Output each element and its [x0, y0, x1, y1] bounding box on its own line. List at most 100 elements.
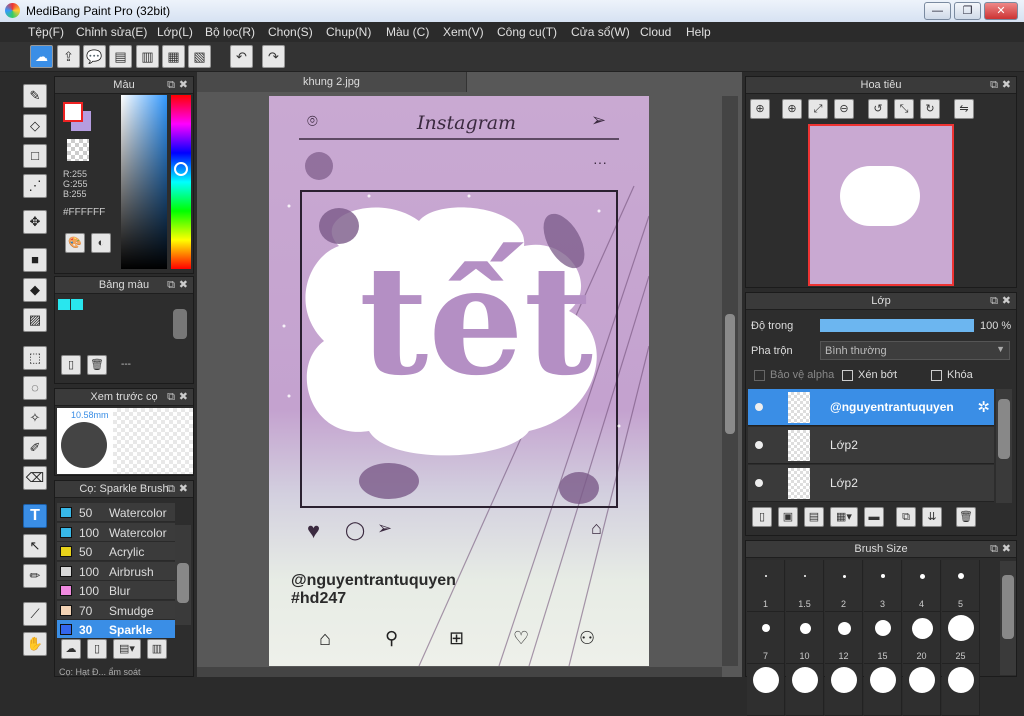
flip-icon[interactable]: ⇋: [954, 99, 974, 119]
hue-slider[interactable]: [171, 95, 191, 269]
popout-icon[interactable]: ⧉: [990, 541, 998, 558]
bucket-tool-icon[interactable]: ◆: [23, 278, 47, 302]
popout-icon[interactable]: ⧉: [167, 389, 175, 406]
new-8bit-layer-icon[interactable]: ▤: [804, 507, 824, 527]
zoom-fit-icon[interactable]: ⊕: [750, 99, 770, 119]
layer-scrollbar[interactable]: [996, 389, 1012, 503]
magic-wand-tool-icon[interactable]: ✧: [23, 406, 47, 430]
visibility-eye-icon[interactable]: [755, 441, 763, 449]
lock-checkbox[interactable]: [931, 370, 942, 381]
undo-icon[interactable]: ↶: [230, 45, 253, 68]
brush-size-preset[interactable]: [942, 664, 980, 716]
hue-handle[interactable]: [174, 162, 188, 176]
redo-icon[interactable]: ↷: [262, 45, 285, 68]
brush-size-preset[interactable]: [864, 664, 902, 716]
layer-settings-gear-icon[interactable]: ✲: [977, 398, 990, 416]
clipping-checkbox[interactable]: [842, 370, 853, 381]
new-halftone-layer-icon[interactable]: ▣: [778, 507, 798, 527]
divide-tool-icon[interactable]: ✏: [23, 564, 47, 588]
menu-filter[interactable]: Bộ lọc(R): [205, 25, 255, 39]
color-settings-icon[interactable]: ◐: [91, 233, 111, 253]
palette-swatch[interactable]: [58, 299, 70, 310]
brush-item[interactable]: 100 Airbrush: [57, 561, 175, 581]
rectangle-tool-icon[interactable]: □: [23, 144, 47, 168]
brush-list-scrollbar[interactable]: [175, 525, 191, 625]
opacity-slider[interactable]: [820, 319, 974, 332]
palette-swatch[interactable]: [71, 299, 83, 310]
brush-size-preset[interactable]: [786, 664, 824, 716]
menu-select[interactable]: Chọn(S): [268, 25, 313, 39]
popout-icon[interactable]: ⧉: [990, 77, 998, 94]
delete-palette-icon[interactable]: 🗑: [87, 355, 107, 375]
brush-size-preset[interactable]: 25: [942, 612, 980, 664]
brush-item[interactable]: 30 Sparkle: [57, 620, 175, 639]
eraser-tool-icon[interactable]: ◇: [23, 114, 47, 138]
popout-icon[interactable]: ⧉: [167, 481, 175, 498]
navigator-thumbnail[interactable]: [808, 124, 954, 286]
brush-settings-icon[interactable]: ▥: [147, 639, 167, 659]
text-tool-icon[interactable]: T: [23, 504, 47, 528]
brush-size-scrollbar[interactable]: [1000, 561, 1016, 675]
menu-snap[interactable]: Chụp(N): [326, 25, 371, 39]
menu-help[interactable]: Help: [686, 25, 711, 39]
palette-icon[interactable]: 🎨: [65, 233, 85, 253]
popout-icon[interactable]: ⧉: [167, 77, 175, 94]
brush-size-preset[interactable]: 5: [942, 560, 980, 612]
brush-tool-icon[interactable]: ✎: [23, 84, 47, 108]
brush-size-preset[interactable]: 2: [825, 560, 863, 612]
brush-size-preset[interactable]: [825, 664, 863, 716]
close-icon[interactable]: ✖: [1002, 293, 1011, 310]
operation-tool-icon[interactable]: ↖: [23, 534, 47, 558]
menu-color[interactable]: Màu (C): [386, 25, 429, 39]
new-palette-icon[interactable]: ▯: [61, 355, 81, 375]
brush-size-preset[interactable]: 7: [747, 612, 785, 664]
close-button[interactable]: ✕: [984, 2, 1018, 20]
rotate-right-icon[interactable]: ↻: [920, 99, 940, 119]
brush-size-preset[interactable]: 10: [786, 612, 824, 664]
brush-size-preset[interactable]: [903, 664, 941, 716]
brush-size-preset[interactable]: 12: [825, 612, 863, 664]
minimize-button[interactable]: —: [924, 2, 951, 20]
menu-layer[interactable]: Lớp(L): [157, 25, 193, 39]
share-icon[interactable]: ⇪: [57, 45, 80, 68]
visibility-eye-icon[interactable]: [755, 403, 763, 411]
brush-size-preset[interactable]: 1: [747, 560, 785, 612]
popout-icon[interactable]: ⧉: [167, 277, 175, 294]
maximize-button[interactable]: ❐: [954, 2, 981, 20]
blend-mode-select[interactable]: Bình thường ▼: [820, 341, 1010, 360]
rotate-left-icon[interactable]: ↺: [868, 99, 888, 119]
brush-size-preset[interactable]: 4: [903, 560, 941, 612]
close-icon[interactable]: ✖: [179, 389, 188, 406]
new-layer-icon[interactable]: ▯: [752, 507, 772, 527]
hand-tool-icon[interactable]: ✋: [23, 632, 47, 656]
menu-edit[interactable]: Chỉnh sửa(E): [76, 25, 147, 39]
select-rect-tool-icon[interactable]: ⬚: [23, 346, 47, 370]
page-list-icon[interactable]: ▦: [162, 45, 185, 68]
select-eraser-tool-icon[interactable]: ⌫: [23, 466, 47, 490]
comment-icon[interactable]: 💬: [83, 45, 106, 68]
brush-size-preset[interactable]: 3: [864, 560, 902, 612]
fit-window-icon[interactable]: ⤢: [808, 99, 828, 119]
layer-menu-icon[interactable]: ▦▾: [830, 507, 858, 527]
visibility-eye-icon[interactable]: [755, 479, 763, 487]
menu-file[interactable]: Tệp(F): [28, 25, 64, 39]
scroll-thumb[interactable]: [725, 314, 735, 434]
layer-row[interactable]: Lớp2: [748, 465, 994, 502]
transparent-color-swatch[interactable]: [67, 139, 89, 161]
fill-tool-icon[interactable]: ■: [23, 248, 47, 272]
dot-tool-icon[interactable]: ⋰: [23, 174, 47, 198]
page-edit-icon[interactable]: ▧: [188, 45, 211, 68]
brush-size-preset[interactable]: [747, 664, 785, 716]
brush-item[interactable]: 100 Watercolor: [57, 522, 175, 542]
delete-layer-icon[interactable]: 🗑: [956, 507, 976, 527]
brush-menu-icon[interactable]: ▤▾: [113, 639, 141, 659]
layer-row[interactable]: Lớp2: [748, 427, 994, 464]
close-icon[interactable]: ✖: [179, 481, 188, 498]
zoom-in-icon[interactable]: ⊕: [782, 99, 802, 119]
menu-view[interactable]: Xem(V): [443, 25, 484, 39]
page-icon[interactable]: ▥: [136, 45, 159, 68]
brush-item[interactable]: 100 Blur: [57, 581, 175, 600]
cloud-icon[interactable]: ☁: [30, 45, 53, 68]
close-icon[interactable]: ✖: [179, 77, 188, 94]
layer-row[interactable]: @nguyentrantuquyen ✲: [748, 389, 994, 426]
